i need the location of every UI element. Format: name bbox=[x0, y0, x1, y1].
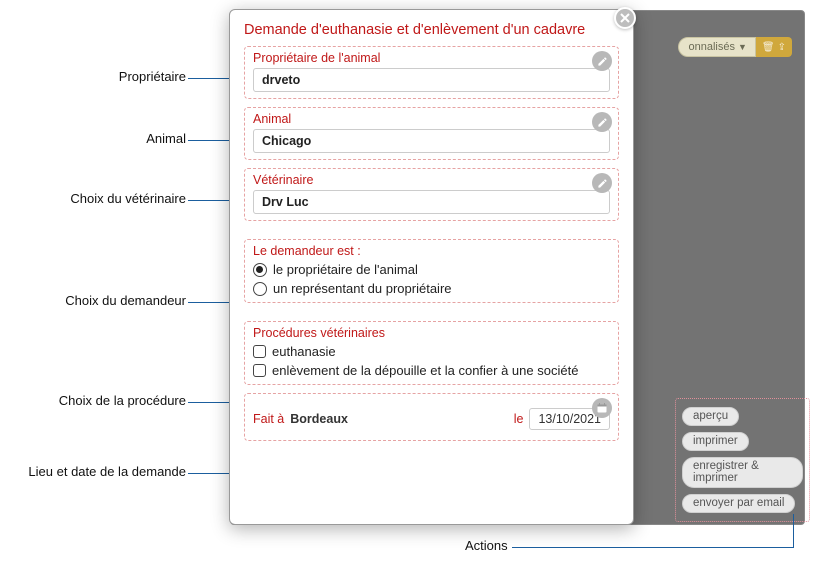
edit-owner-button[interactable] bbox=[592, 51, 612, 71]
procedures-label: Procédures vétérinaires bbox=[253, 326, 610, 340]
send-email-button[interactable]: envoyer par email bbox=[682, 494, 795, 513]
calendar-icon bbox=[596, 402, 608, 414]
modal-title: Demande d'euthanasie et d'enlèvement d'u… bbox=[244, 22, 619, 38]
requester-option-representative[interactable]: un représentant du propriétaire bbox=[253, 281, 610, 296]
print-button[interactable]: imprimer bbox=[682, 432, 749, 451]
radio-icon[interactable] bbox=[253, 282, 267, 296]
vet-label: Vétérinaire bbox=[253, 173, 610, 187]
procedure-opt2-label: enlèvement de la dépouille et la confier… bbox=[272, 363, 578, 378]
owner-label: Propriétaire de l'animal bbox=[253, 51, 610, 65]
procedure-opt1-label: euthanasie bbox=[272, 344, 336, 359]
procedure-euthanasia[interactable]: euthanasie bbox=[253, 344, 610, 359]
pencil-icon bbox=[597, 178, 608, 189]
procedures-group: Procédures vétérinaires euthanasie enlèv… bbox=[244, 321, 619, 385]
calendar-button[interactable] bbox=[592, 398, 612, 418]
pencil-icon bbox=[597, 56, 608, 67]
vet-value[interactable]: Drv Luc bbox=[253, 190, 610, 214]
edit-vet-button[interactable] bbox=[592, 173, 612, 193]
anno-line bbox=[512, 547, 794, 548]
animal-field-group: Animal Chicago bbox=[244, 107, 619, 160]
vet-field-group: Vétérinaire Drv Luc bbox=[244, 168, 619, 221]
checkbox-icon[interactable] bbox=[253, 364, 266, 377]
pencil-icon bbox=[597, 117, 608, 128]
upload-icon[interactable]: ⇪ bbox=[778, 42, 786, 53]
le-label: le bbox=[514, 412, 524, 426]
fait-a-label: Fait à bbox=[253, 412, 284, 426]
anno-vet: Choix du vétérinaire bbox=[0, 191, 186, 206]
edit-animal-button[interactable] bbox=[592, 112, 612, 132]
actions-panel: aperçu imprimer enregistrer & imprimer e… bbox=[675, 398, 810, 522]
place-date-group: Fait à Bordeaux le 13/10/2021 bbox=[244, 393, 619, 441]
requester-group: Le demandeur est : le propriétaire de l'… bbox=[244, 239, 619, 303]
bg-dropdown-label: onnalisés bbox=[689, 41, 735, 53]
owner-field-group: Propriétaire de l'animal drveto bbox=[244, 46, 619, 99]
bg-icon-group[interactable]: 🗑 ⇪ bbox=[756, 37, 792, 57]
trash-icon[interactable]: 🗑 bbox=[762, 42, 775, 53]
requester-opt1-label: le propriétaire de l'animal bbox=[273, 262, 418, 277]
anno-actions: Actions bbox=[465, 538, 508, 553]
bg-dropdown[interactable]: onnalisés ▼ bbox=[678, 37, 756, 57]
requester-label: Le demandeur est : bbox=[253, 244, 610, 258]
anno-animal: Animal bbox=[0, 131, 186, 146]
animal-label: Animal bbox=[253, 112, 610, 126]
anno-tick bbox=[793, 514, 794, 547]
owner-value[interactable]: drveto bbox=[253, 68, 610, 92]
chevron-down-icon: ▼ bbox=[738, 42, 747, 52]
euthanasia-request-modal: Demande d'euthanasie et d'enlèvement d'u… bbox=[229, 9, 634, 525]
anno-owner: Propriétaire bbox=[0, 69, 186, 84]
requester-option-owner[interactable]: le propriétaire de l'animal bbox=[253, 262, 610, 277]
anno-requester: Choix du demandeur bbox=[0, 293, 186, 308]
place-value[interactable]: Bordeaux bbox=[290, 412, 507, 426]
bg-toolbar: onnalisés ▼ 🗑 ⇪ bbox=[678, 37, 793, 57]
procedure-removal[interactable]: enlèvement de la dépouille et la confier… bbox=[253, 363, 610, 378]
checkbox-icon[interactable] bbox=[253, 345, 266, 358]
save-and-print-button[interactable]: enregistrer & imprimer bbox=[682, 457, 803, 488]
radio-icon[interactable] bbox=[253, 263, 267, 277]
requester-opt2-label: un représentant du propriétaire bbox=[273, 281, 452, 296]
close-button[interactable] bbox=[614, 7, 636, 29]
anno-procedure: Choix de la procédure bbox=[0, 393, 186, 408]
anno-place-date: Lieu et date de la demande bbox=[0, 464, 186, 479]
animal-value[interactable]: Chicago bbox=[253, 129, 610, 153]
preview-button[interactable]: aperçu bbox=[682, 407, 739, 426]
close-icon bbox=[620, 13, 630, 23]
